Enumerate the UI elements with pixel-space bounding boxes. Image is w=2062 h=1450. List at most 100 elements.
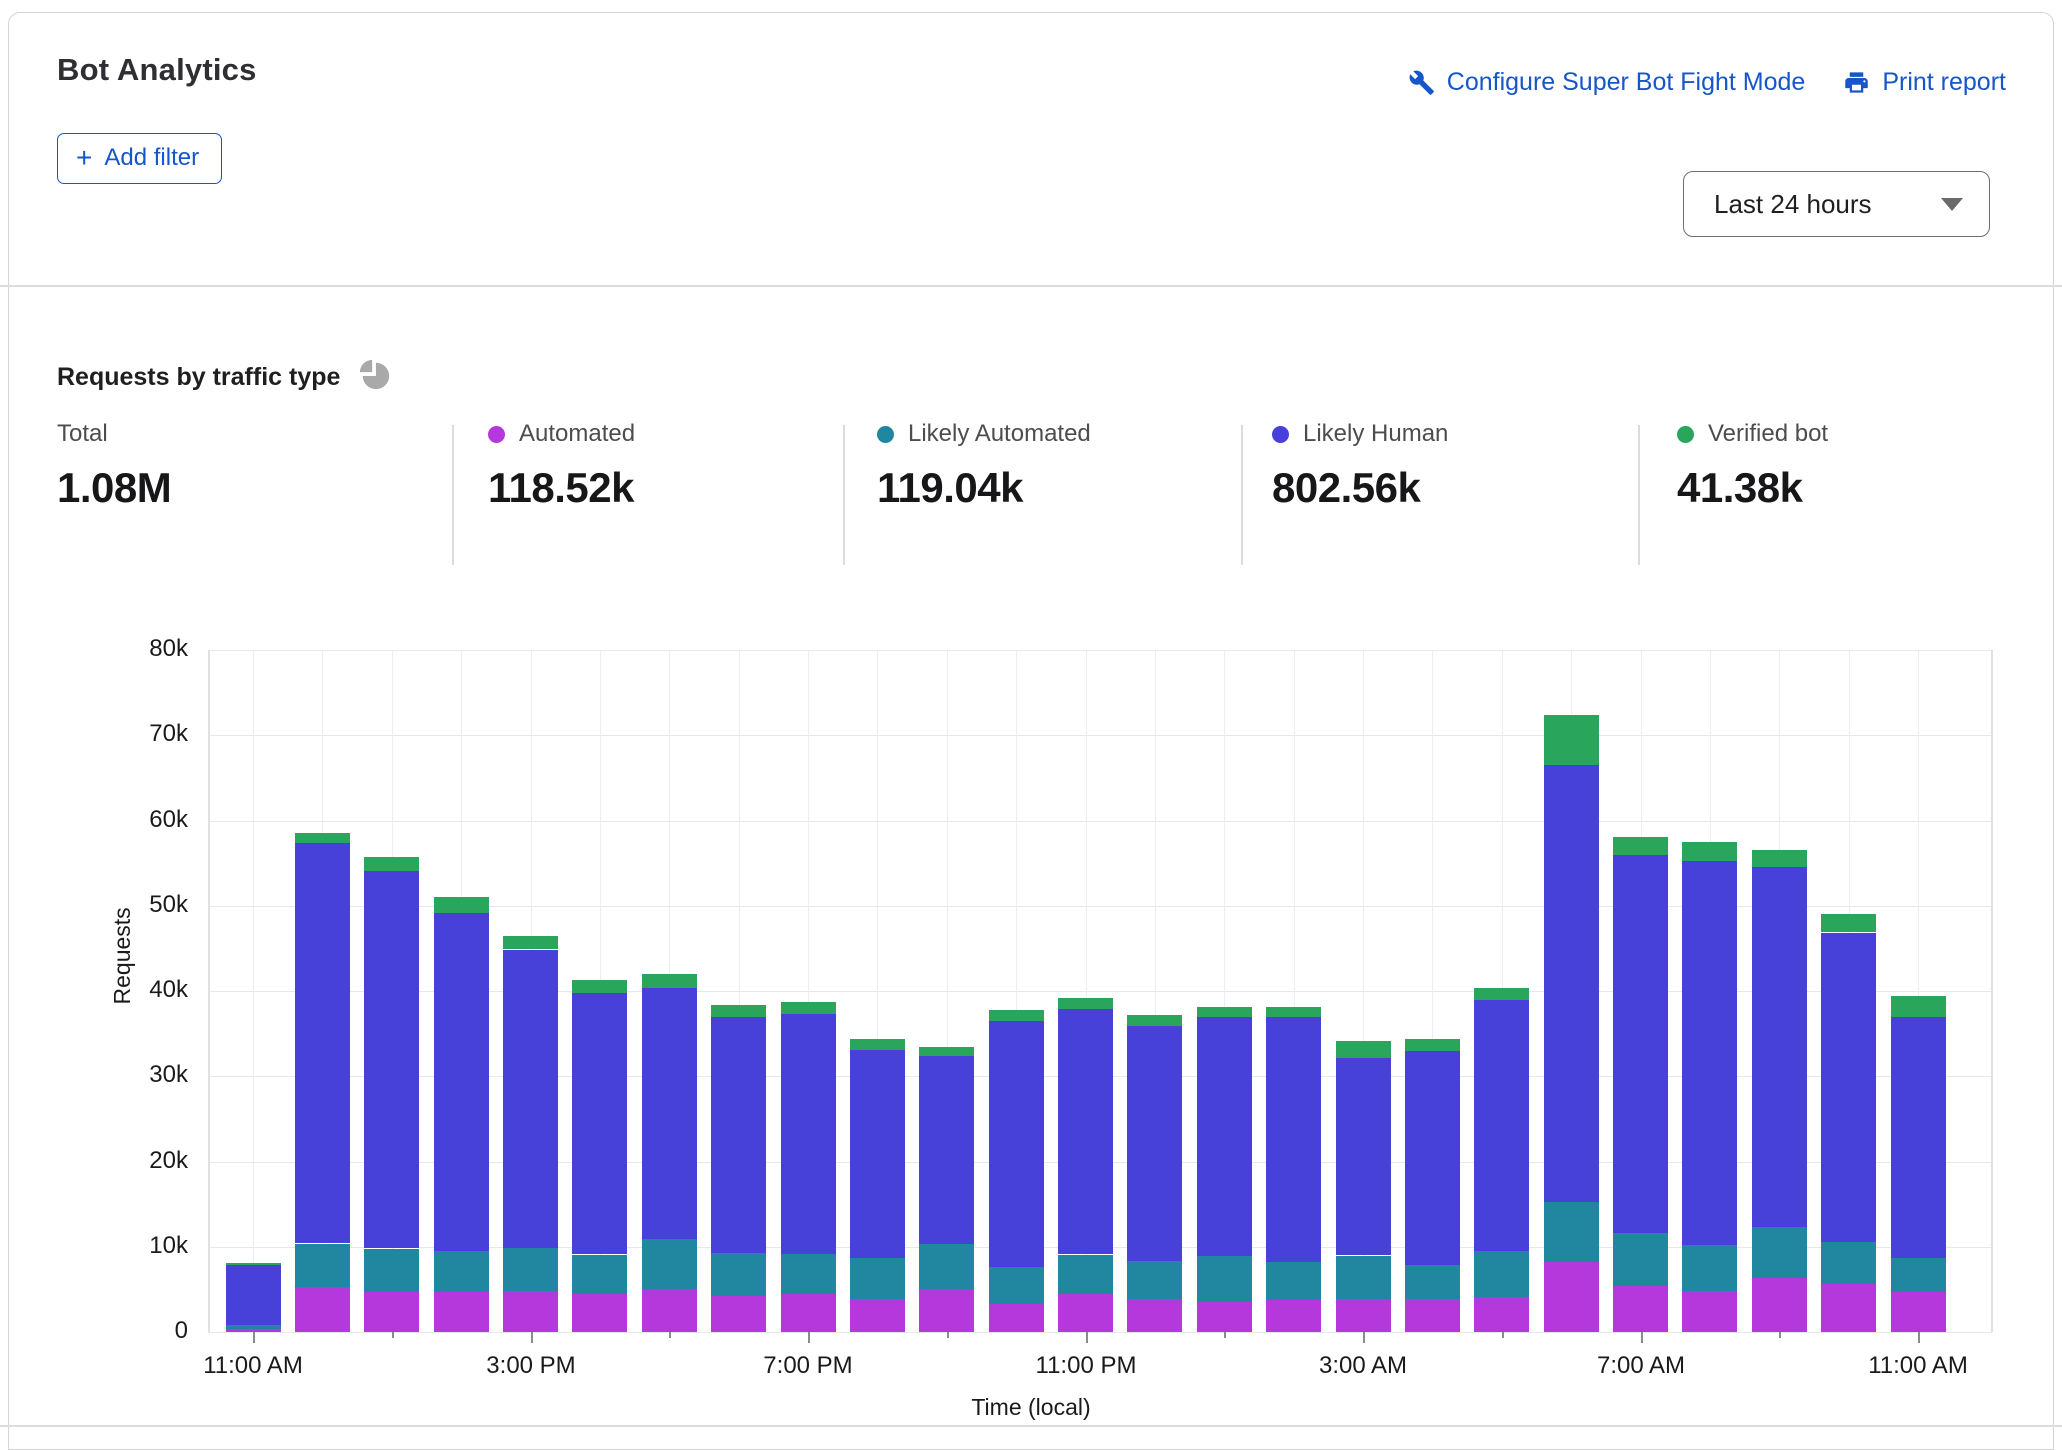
- bar-segment-likely-automated[interactable]: [226, 1325, 281, 1329]
- bar-segment-likely-automated[interactable]: [1058, 1255, 1113, 1294]
- bar-100pm-2[interactable]: [364, 857, 419, 1332]
- bar-1200pm-1[interactable]: [295, 832, 350, 1332]
- bar-segment-likely-human[interactable]: [850, 1050, 905, 1258]
- bar-segment-verified-bot[interactable]: [642, 974, 697, 988]
- bar-segment-verified-bot[interactable]: [364, 857, 419, 871]
- bar-segment-automated[interactable]: [711, 1296, 766, 1332]
- bar-1000am-23[interactable]: [1821, 914, 1876, 1332]
- bar-segment-likely-human[interactable]: [364, 870, 419, 1248]
- bar-segment-likely-human[interactable]: [1127, 1026, 1182, 1261]
- bar-800am-21[interactable]: [1682, 842, 1737, 1332]
- bar-1000pm-11[interactable]: [989, 1010, 1044, 1332]
- bar-segment-likely-automated[interactable]: [1197, 1256, 1252, 1302]
- bar-segment-verified-bot[interactable]: [850, 1039, 905, 1050]
- bar-segment-likely-human[interactable]: [1405, 1051, 1460, 1265]
- bar-segment-automated[interactable]: [781, 1294, 836, 1332]
- bar-segment-verified-bot[interactable]: [1821, 914, 1876, 932]
- bar-segment-likely-automated[interactable]: [1752, 1227, 1807, 1278]
- bar-segment-likely-automated[interactable]: [919, 1244, 974, 1289]
- bar-segment-verified-bot[interactable]: [434, 897, 489, 913]
- bar-500pm-6[interactable]: [642, 975, 697, 1332]
- bar-segment-verified-bot[interactable]: [989, 1010, 1044, 1021]
- bar-segment-likely-human[interactable]: [1682, 861, 1737, 1245]
- bar-segment-automated[interactable]: [989, 1304, 1044, 1332]
- bar-900pm-10[interactable]: [919, 1046, 974, 1332]
- bar-segment-automated[interactable]: [1197, 1302, 1252, 1332]
- bar-segment-automated[interactable]: [434, 1292, 489, 1332]
- bar-segment-likely-human[interactable]: [642, 988, 697, 1239]
- add-filter-button[interactable]: + Add filter: [57, 133, 222, 184]
- bar-segment-automated[interactable]: [364, 1292, 419, 1332]
- bar-400pm-5[interactable]: [572, 980, 627, 1332]
- bar-segment-automated[interactable]: [1752, 1278, 1807, 1332]
- bar-segment-automated[interactable]: [850, 1299, 905, 1332]
- bar-segment-likely-human[interactable]: [1058, 1008, 1113, 1254]
- bar-segment-automated[interactable]: [503, 1291, 558, 1332]
- bar-segment-likely-automated[interactable]: [364, 1249, 419, 1292]
- configure-super-bot-fight-mode-link[interactable]: Configure Super Bot Fight Mode: [1408, 68, 1806, 97]
- bar-segment-likely-human[interactable]: [781, 1014, 836, 1254]
- bar-segment-likely-automated[interactable]: [1266, 1262, 1321, 1300]
- bar-segment-likely-automated[interactable]: [642, 1239, 697, 1289]
- bar-segment-automated[interactable]: [1405, 1299, 1460, 1332]
- bar-segment-verified-bot[interactable]: [572, 980, 627, 993]
- bar-500am-18[interactable]: [1474, 988, 1529, 1332]
- bar-segment-verified-bot[interactable]: [711, 1005, 766, 1017]
- bar-segment-likely-automated[interactable]: [989, 1267, 1044, 1304]
- bar-segment-verified-bot[interactable]: [1474, 988, 1529, 1000]
- bar-segment-likely-human[interactable]: [572, 992, 627, 1254]
- bar-200am-15[interactable]: [1266, 1007, 1321, 1332]
- time-range-dropdown[interactable]: Last 24 hours: [1683, 171, 1990, 237]
- bar-segment-likely-human[interactable]: [919, 1056, 974, 1244]
- bar-segment-likely-automated[interactable]: [1891, 1258, 1946, 1292]
- bar-segment-likely-automated[interactable]: [1544, 1202, 1599, 1262]
- bar-segment-likely-automated[interactable]: [1821, 1241, 1876, 1284]
- bar-400am-17[interactable]: [1405, 1039, 1460, 1332]
- bar-segment-likely-automated[interactable]: [1127, 1261, 1182, 1299]
- bar-segment-verified-bot[interactable]: [1197, 1007, 1252, 1017]
- bar-segment-verified-bot[interactable]: [295, 833, 350, 843]
- bar-segment-likely-automated[interactable]: [1613, 1233, 1668, 1286]
- bar-segment-verified-bot[interactable]: [1544, 715, 1599, 765]
- bar-600pm-7[interactable]: [711, 1005, 766, 1332]
- bar-segment-verified-bot[interactable]: [1266, 1007, 1321, 1017]
- bar-segment-likely-automated[interactable]: [1405, 1265, 1460, 1299]
- bar-segment-likely-human[interactable]: [503, 950, 558, 1248]
- bar-segment-likely-automated[interactable]: [295, 1244, 350, 1287]
- bar-segment-verified-bot[interactable]: [919, 1047, 974, 1056]
- bar-segment-likely-automated[interactable]: [1336, 1256, 1391, 1299]
- bar-segment-likely-human[interactable]: [1544, 765, 1599, 1202]
- bar-segment-likely-human[interactable]: [226, 1264, 281, 1325]
- bar-segment-automated[interactable]: [1682, 1291, 1737, 1332]
- bar-segment-likely-human[interactable]: [1336, 1058, 1391, 1255]
- bar-700pm-8[interactable]: [781, 1002, 836, 1332]
- bar-segment-likely-human[interactable]: [989, 1021, 1044, 1267]
- bar-segment-automated[interactable]: [1474, 1297, 1529, 1332]
- bar-segment-verified-bot[interactable]: [781, 1002, 836, 1014]
- bar-segment-automated[interactable]: [642, 1289, 697, 1332]
- bar-1100am-24[interactable]: [1891, 995, 1946, 1332]
- bar-segment-likely-human[interactable]: [1891, 1017, 1946, 1258]
- bar-segment-verified-bot[interactable]: [1891, 996, 1946, 1017]
- bar-segment-likely-human[interactable]: [1821, 933, 1876, 1242]
- bar-segment-likely-automated[interactable]: [850, 1258, 905, 1299]
- bar-segment-likely-human[interactable]: [295, 842, 350, 1243]
- bar-segment-likely-automated[interactable]: [711, 1253, 766, 1296]
- bar-segment-likely-automated[interactable]: [434, 1251, 489, 1292]
- bar-segment-likely-human[interactable]: [1266, 1017, 1321, 1262]
- bar-segment-verified-bot[interactable]: [1336, 1041, 1391, 1058]
- bar-800pm-9[interactable]: [850, 1039, 905, 1332]
- bar-segment-verified-bot[interactable]: [1752, 850, 1807, 867]
- bar-segment-likely-automated[interactable]: [1682, 1245, 1737, 1291]
- bar-1100am-0[interactable]: [226, 1263, 281, 1332]
- bar-segment-automated[interactable]: [295, 1287, 350, 1332]
- bar-segment-automated[interactable]: [919, 1289, 974, 1332]
- bar-segment-verified-bot[interactable]: [503, 936, 558, 949]
- bar-segment-likely-automated[interactable]: [503, 1248, 558, 1291]
- bar-segment-automated[interactable]: [1544, 1262, 1599, 1332]
- bar-segment-automated[interactable]: [1613, 1286, 1668, 1332]
- bar-segment-likely-human[interactable]: [1197, 1017, 1252, 1256]
- bar-1200am-13[interactable]: [1127, 1015, 1182, 1332]
- print-report-link[interactable]: Print report: [1843, 68, 2006, 97]
- bar-900am-22[interactable]: [1752, 850, 1807, 1332]
